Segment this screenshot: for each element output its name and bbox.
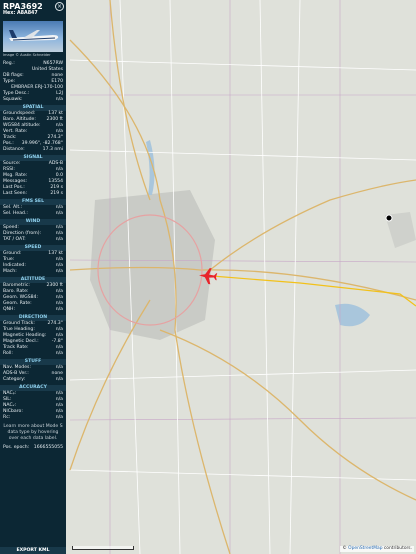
info-row: Category: n/a: [0, 377, 66, 383]
receiver-location-icon: [385, 214, 393, 222]
info-row: TAT / OAT: n/a: [0, 237, 66, 243]
field-label: Distance:: [3, 147, 25, 152]
close-icon[interactable]: ×: [55, 2, 64, 11]
map-scale-bar: [72, 546, 134, 550]
map-attribution: © OpenStreetMap contributors.: [340, 546, 414, 552]
field-label: Category:: [3, 377, 26, 382]
pos-epoch-row: Pos. epoch: 1666555055: [3, 445, 63, 450]
field-label: Reg.:: [3, 61, 15, 66]
field-value: n/a: [55, 415, 63, 420]
info-row: Squawk: n/a: [0, 97, 66, 103]
field-label: Squawk:: [3, 97, 23, 102]
field-value: n/a: [55, 307, 63, 312]
field-value: n/a: [55, 377, 63, 382]
help-note: Learn more about Mode S data type by hov…: [3, 424, 63, 441]
field-value: n/a: [55, 269, 63, 274]
photo-credit: Image © Austin Schneider: [3, 53, 51, 57]
field-label: Last Seen:: [3, 191, 28, 196]
info-row: Last Seen: 219 s: [0, 191, 66, 197]
field-label: Mach:: [3, 269, 17, 274]
field-label: TAT / OAT:: [3, 237, 26, 242]
aircraft-photo[interactable]: [3, 21, 63, 52]
field-label: QNH:: [3, 307, 16, 312]
field-value: 219 s: [50, 191, 63, 196]
info-row: Distance: 17.3 nmi: [0, 147, 66, 153]
field-value: n/a: [55, 237, 63, 242]
info-row: QNH: n/a: [0, 307, 66, 313]
field-label: Rc:: [3, 415, 11, 420]
info-row: Mach: n/a: [0, 269, 66, 275]
field-value: n/a: [55, 211, 63, 216]
hex-id: Hex: A8A847: [3, 11, 38, 16]
aircraft-info-panel: × RPA3692 Hex: A8A847 Image © Austin Sch…: [0, 0, 66, 554]
field-label: Roll:: [3, 351, 13, 356]
info-row: Roll: n/a: [0, 351, 66, 357]
osm-link[interactable]: OpenStreetMap: [348, 546, 382, 551]
export-kml-button[interactable]: EXPORT KML: [0, 547, 66, 554]
urban-area-columbus: [90, 190, 215, 340]
field-value: n/a: [55, 97, 63, 102]
field-value: n/a: [55, 351, 63, 356]
field-label: Sel. Head.:: [3, 211, 28, 216]
info-row: Sel. Head.: n/a: [0, 211, 66, 217]
field-value: 17.3 nmi: [42, 147, 63, 152]
aircraft-track: [211, 275, 416, 307]
callsign: RPA3692: [3, 2, 43, 11]
